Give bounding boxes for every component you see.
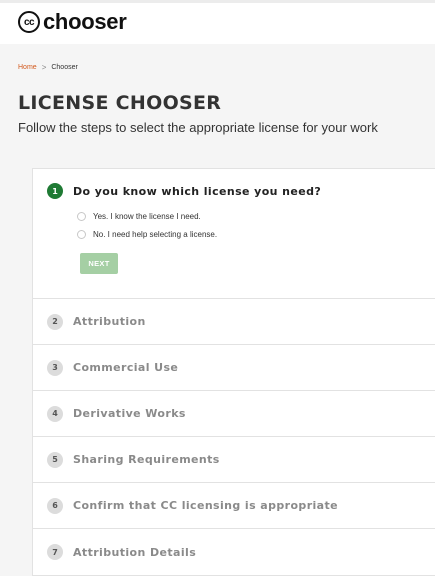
steps-panel: 1 Do you know which license you need? Ye… [32, 168, 435, 576]
option-yes-label: Yes. I know the license I need. [93, 211, 201, 221]
step-number-badge: 2 [47, 313, 63, 330]
step-title: Commercial Use [73, 361, 179, 374]
step-4-row[interactable]: 4 Derivative Works [33, 391, 435, 437]
main-content: Home > Chooser LICENSE CHOOSER Follow th… [0, 63, 435, 136]
breadcrumb-separator: > [41, 63, 47, 72]
step-7-row[interactable]: 7 Attribution Details [33, 529, 435, 575]
cc-logo-icon: cc [18, 11, 40, 33]
breadcrumb-home-link[interactable]: Home [18, 64, 37, 71]
step-number-badge: 3 [47, 359, 63, 376]
top-strip [0, 0, 435, 3]
cc-chooser-logo[interactable]: cc chooser [18, 9, 127, 35]
page-subtitle: Follow the steps to select the appropria… [18, 120, 378, 135]
breadcrumb: Home > Chooser [18, 63, 435, 72]
option-no-label: No. I need help selecting a license. [93, 229, 218, 239]
radio-yes[interactable] [77, 211, 86, 221]
breadcrumb-current: Chooser [51, 64, 78, 71]
step-number-badge: 4 [47, 405, 63, 422]
step-5-row[interactable]: 5 Sharing Requirements [33, 437, 435, 483]
next-button[interactable]: NEXT [80, 253, 118, 274]
top-bar: cc chooser [0, 0, 435, 44]
step-6-row[interactable]: 6 Confirm that CC licensing is appropria… [33, 483, 435, 529]
step-number-badge: 1 [47, 183, 63, 199]
step-title: Attribution Details [73, 545, 197, 559]
step-2-row[interactable]: 2 Attribution [33, 299, 435, 345]
page-title: LICENSE CHOOSER [18, 92, 222, 114]
radio-no[interactable] [77, 229, 86, 239]
step-title: Attribution [73, 315, 146, 328]
step-title: Sharing Requirements [73, 453, 220, 466]
option-no[interactable]: No. I need help selecting a license. [77, 225, 435, 243]
step-title: Do you know which license you need? [73, 184, 322, 198]
step-number-badge: 7 [47, 544, 63, 560]
step-number-badge: 5 [47, 451, 63, 468]
step-title: Confirm that CC licensing is appropriate [73, 499, 339, 512]
option-yes[interactable]: Yes. I know the license I need. [77, 207, 435, 225]
license-options: Yes. I know the license I need. No. I ne… [47, 207, 435, 243]
step-number-badge: 6 [47, 497, 63, 514]
step-3-row[interactable]: 3 Commercial Use [33, 345, 435, 391]
step-title: Derivative Works [73, 407, 186, 420]
logo-text: chooser [43, 9, 127, 34]
step-1-panel: 1 Do you know which license you need? Ye… [33, 169, 435, 299]
step-1-header: 1 Do you know which license you need? [47, 183, 435, 199]
